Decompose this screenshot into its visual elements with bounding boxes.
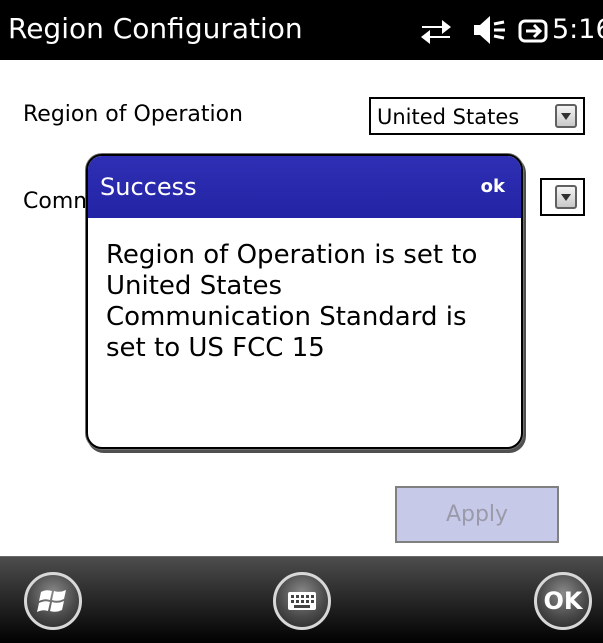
- screen: Region Configuration 5:16 Region of Oper…: [0, 0, 603, 643]
- dialog-message: Region of Operation is set to United Sta…: [106, 240, 511, 364]
- region-label: Region of Operation: [23, 102, 243, 127]
- region-dropdown-value: United States: [377, 105, 520, 129]
- dialog-message-line: Region of Operation is set to: [106, 240, 478, 270]
- comm-standard-dropdown[interactable]: [540, 178, 585, 216]
- ok-button[interactable]: OK: [534, 572, 592, 630]
- dialog-message-line: set to US FCC 15: [106, 333, 325, 363]
- battery-icon[interactable]: [518, 14, 548, 46]
- ok-button-label: OK: [543, 587, 583, 615]
- success-dialog: Success ok Region of Operation is set to…: [86, 154, 523, 449]
- windows-start-icon: [37, 590, 66, 612]
- dialog-ok-button[interactable]: ok: [481, 176, 505, 197]
- clock[interactable]: 5:16: [552, 13, 603, 47]
- start-button[interactable]: [24, 572, 82, 630]
- connectivity-icon[interactable]: [418, 14, 454, 46]
- dialog-message-line: United States: [106, 271, 283, 301]
- keyboard-icon: [288, 592, 316, 610]
- chevron-down-icon[interactable]: [555, 104, 577, 128]
- keyboard-button[interactable]: [273, 572, 331, 630]
- comm-standard-label: Communication Standard: [23, 189, 91, 214]
- apply-button[interactable]: Apply: [395, 486, 559, 543]
- dialog-header: Success ok: [88, 156, 521, 218]
- region-dropdown[interactable]: United States: [369, 97, 585, 135]
- title-bar: Region Configuration 5:16: [0, 0, 603, 60]
- page-title: Region Configuration: [8, 12, 303, 45]
- dialog-message-line: Communication Standard is: [106, 302, 467, 332]
- dialog-title: Success: [100, 173, 197, 201]
- volume-icon[interactable]: [472, 14, 506, 46]
- chevron-down-icon[interactable]: [555, 185, 577, 209]
